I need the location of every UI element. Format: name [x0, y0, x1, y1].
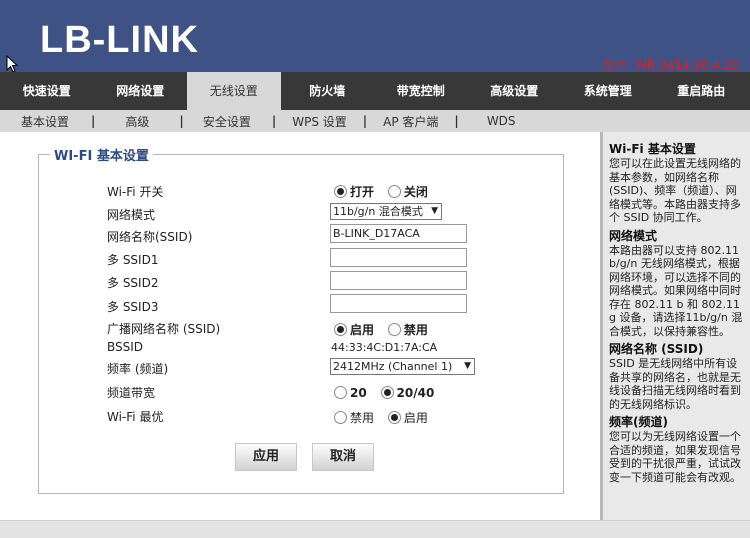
optimal-off-radio[interactable] — [334, 411, 347, 424]
bandwidth-group: 20 20/40 — [334, 385, 444, 400]
broadcast-ssid-label: 广播网络名称 (SSID) — [107, 322, 221, 336]
subnav-wds[interactable]: WDS — [487, 114, 516, 128]
subnav-wps[interactable]: WPS 设置 — [292, 113, 347, 130]
main-nav: 快速设置 网络设置 无线设置 防火墙 带宽控制 高级设置 系统管理 重启路由 — [0, 72, 750, 110]
cancel-button[interactable]: 取消 — [312, 443, 374, 471]
chevron-down-icon: ▼ — [464, 361, 471, 371]
brand-logo: LB-LINK — [40, 19, 199, 61]
apply-button[interactable]: 应用 — [235, 443, 297, 471]
broadcast-group: 启用 禁用 — [334, 321, 438, 338]
ssid1-label: 多 SSID1 — [107, 253, 159, 267]
ssid2-label: 多 SSID2 — [107, 276, 159, 290]
subnav-separator: | — [362, 114, 368, 128]
chevron-down-icon: ▼ — [431, 206, 438, 216]
bandwidth-20-text: 20 — [350, 385, 367, 400]
optimal-on-text: 启用 — [403, 411, 428, 425]
wifi-off-text: 关闭 — [403, 185, 428, 199]
firmware-version: 版本: WR 2414.20.4.2z — [603, 58, 738, 72]
broadcast-off-radio[interactable] — [387, 323, 401, 336]
channel-value: 2412MHz (Channel 1) — [333, 360, 453, 373]
help-sidebar: Wi-Fi 基本设置 您可以在此设置无线网络的基本参数，如网络名称(SSID)、… — [600, 132, 750, 520]
help-title-mode: 网络模式 — [609, 228, 658, 243]
nav-reboot-router[interactable]: 重启路由 — [655, 72, 749, 110]
sub-nav: 基本设置 | 高级 | 安全设置 | WPS 设置 | AP 客户端 | WDS — [0, 110, 750, 132]
wifi-switch-label: Wi-Fi 开关 — [107, 185, 164, 199]
optimal-on-radio[interactable] — [387, 411, 401, 424]
wifi-optimal-label: Wi-Fi 最优 — [107, 410, 164, 424]
wifi-optimal-group: 禁用 启用 — [334, 409, 438, 426]
bandwidth-2040-text: 20/40 — [396, 385, 435, 400]
channel-label: 频率 (频道) — [107, 362, 169, 376]
wifi-off-radio[interactable] — [387, 185, 401, 198]
help-text-channel: 您可以为无线网络设置一个合适的频道，如果发现信号受到的干扰很严重，试试改变一下频… — [609, 430, 741, 484]
help-text-mode: 本路由器可以支持 802.11 b/g/n 无线网络模式，根据网络环境，可以选择… — [609, 243, 743, 338]
subnav-separator: | — [454, 114, 459, 128]
help-text-basic: 您可以在此设置无线网络的基本参数，如网络名称(SSID)、频率（频道）、网络模式… — [609, 157, 741, 224]
wifi-switch-group: 打开 关闭 — [334, 183, 438, 200]
nav-wireless-settings[interactable]: 无线设置 — [187, 72, 281, 110]
nav-advanced-settings[interactable]: 高级设置 — [468, 72, 562, 110]
bandwidth-label: 频道带宽 — [107, 386, 156, 400]
network-mode-value: 11b/g/n 混合模式 — [333, 205, 423, 218]
network-mode-label: 网络模式 — [107, 208, 156, 222]
bssid-label: BSSID — [107, 340, 144, 354]
fieldset-legend: WI-FI 基本设置 — [50, 145, 153, 164]
nav-bandwidth-control[interactable]: 带宽控制 — [374, 72, 468, 110]
footer-bar — [0, 520, 750, 538]
nav-system-management[interactable]: 系统管理 — [561, 72, 655, 110]
ssid3-input[interactable] — [330, 294, 467, 313]
bandwidth-2040-radio[interactable] — [380, 386, 394, 399]
wifi-on-radio[interactable] — [334, 185, 347, 198]
subnav-security[interactable]: 安全设置 — [203, 113, 251, 130]
subnav-separator: | — [179, 114, 184, 128]
bandwidth-20-radio[interactable] — [334, 386, 347, 399]
nav-quick-setup[interactable]: 快速设置 — [0, 72, 94, 110]
help-title-basic: Wi-Fi 基本设置 — [609, 142, 696, 156]
mouse-cursor-icon — [6, 55, 18, 73]
nav-firewall[interactable]: 防火墙 — [281, 72, 375, 110]
subnav-advanced[interactable]: 高级 — [125, 113, 149, 130]
subnav-separator: | — [91, 114, 96, 128]
ssid3-label: 多 SSID3 — [107, 300, 159, 314]
header: LB-LINK 版本: WR 2414.20.4.2z — [0, 0, 750, 73]
nav-network-settings[interactable]: 网络设置 — [94, 72, 188, 110]
broadcast-on-text: 启用 — [350, 323, 375, 337]
wifi-on-text: 打开 — [350, 185, 375, 199]
ssid-label: 网络名称(SSID) — [107, 230, 193, 244]
help-title-channel: 频率(频道) — [609, 415, 668, 429]
ssid1-input[interactable] — [330, 248, 467, 267]
channel-select[interactable]: 2412MHz (Channel 1) ▼ — [330, 358, 475, 375]
subnav-basic[interactable]: 基本设置 — [21, 113, 69, 130]
ssid2-input[interactable] — [330, 271, 467, 290]
help-text-ssid: SSID 是无线网络中所有设备共享的网络名，也就是无线设备扫描无线网络时看到的无… — [609, 357, 741, 411]
network-mode-select[interactable]: 11b/g/n 混合模式 ▼ — [330, 203, 442, 220]
subnav-ap-client[interactable]: AP 客户端 — [383, 113, 438, 130]
subnav-separator: | — [271, 114, 277, 128]
ssid-input[interactable]: B-LINK_D17ACA — [330, 224, 467, 243]
help-title-ssid: 网络名称 (SSID) — [609, 342, 704, 356]
optimal-off-text: 禁用 — [350, 411, 375, 425]
broadcast-off-text: 禁用 — [403, 323, 428, 337]
bssid-value: 44:33:4C:D1:7A:CA — [331, 341, 438, 354]
broadcast-on-radio[interactable] — [334, 323, 347, 336]
